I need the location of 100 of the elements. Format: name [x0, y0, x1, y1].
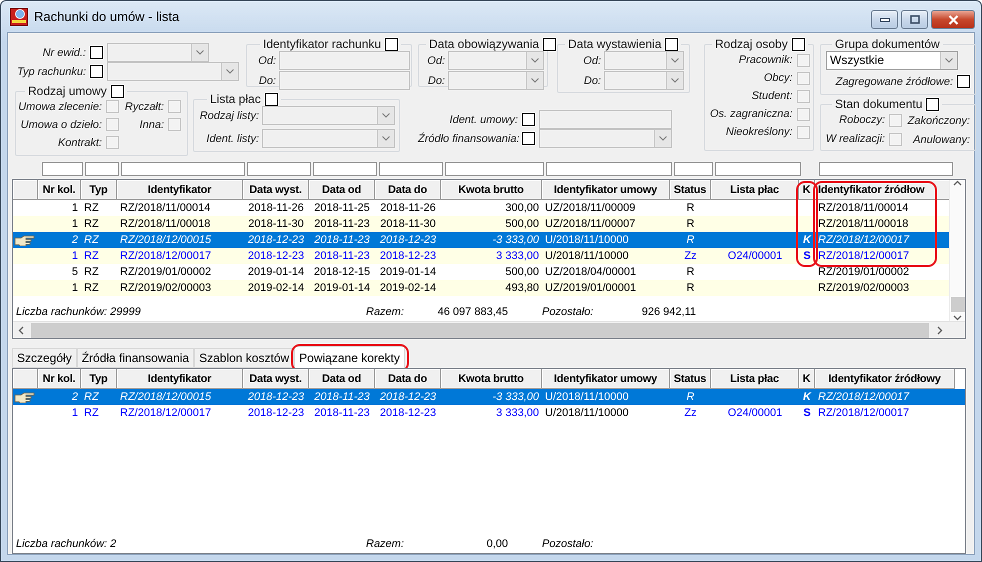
column-filter-field[interactable]: [379, 162, 443, 176]
table-cell-text: RZ/2018/12/00015: [119, 390, 212, 405]
column-header: [13, 369, 38, 389]
field-label: Ryczałt:: [124, 100, 164, 112]
maximize-button[interactable]: [901, 10, 928, 29]
table-cell-text: RZ/2018/11/00014: [119, 201, 212, 216]
field-label: Kontrakt:: [58, 136, 102, 148]
table-cell-text: U/2018/11/10000: [544, 249, 630, 264]
table-row[interactable]: 1 RZ RZ/2019/02/00003 2019-02-14 2019-01-14 2019-02-14 493,80 UZ/2019/01/00001 R RZ/2019/02/00003: [13, 280, 949, 296]
column-header[interactable]: Status: [670, 180, 711, 200]
column-header[interactable]: Kwota brutto: [441, 180, 542, 200]
table-cell-text: RZ: [83, 201, 100, 216]
column-header[interactable]: Data do: [375, 369, 441, 389]
column-header[interactable]: Data od: [309, 180, 375, 200]
chevron-down-icon: [531, 58, 539, 63]
table-row[interactable]: 2 RZ RZ/2018/12/00015 2018-12-23 2018-11-23 2018-12-23 -3 333,00 U/2018/11/10000 R K RZ/2018/12/00017: [13, 389, 965, 405]
table-cell-text: 2018-12-23: [246, 249, 306, 264]
checkbox[interactable]: [264, 92, 278, 106]
table-cell-text: 2018-11-23: [313, 406, 371, 421]
table-cell-text: 2018-11-30: [247, 217, 305, 232]
column-filter-field[interactable]: [819, 162, 953, 176]
field-label: Pracownik:: [738, 54, 793, 66]
table-cell-text: RZ: [83, 390, 100, 405]
column-header[interactable]: Identyfikator: [117, 369, 243, 389]
column-filter-field[interactable]: [85, 162, 119, 176]
maximize-icon: [910, 15, 920, 24]
checkbox[interactable]: [110, 84, 124, 98]
minimize-icon: [880, 18, 890, 22]
column-header[interactable]: Data wyst.: [243, 369, 309, 389]
window-title: Rachunki do umów - lista: [34, 9, 180, 24]
column-filter-field[interactable]: [715, 162, 801, 176]
checkbox[interactable]: [543, 38, 556, 50]
column-header[interactable]: Identyfikator umowy: [542, 180, 670, 200]
column-header[interactable]: Identyfikator: [117, 180, 243, 200]
table-row[interactable]: 1 RZ RZ/2018/11/00018 2018-11-30 2018-11-23 2018-11-30 500,00 UZ/2018/11/00007 R RZ/2018/11/00018: [13, 216, 949, 232]
column-header[interactable]: Data wyst.: [243, 180, 309, 200]
column-header[interactable]: Data od: [309, 369, 375, 389]
column-filter-field[interactable]: [121, 162, 245, 176]
table-cell-text: RZ/2019/02/00003: [119, 281, 212, 296]
table-cell-text: 5: [70, 265, 79, 280]
table-row[interactable]: 2 RZ RZ/2018/12/00015 2018-12-23 2018-11-23 2018-12-23 -3 333,00 U/2018/11/10000 R K RZ/2018/12/00017: [13, 232, 949, 248]
table-cell-text: 2019-02-14: [378, 281, 438, 296]
tab[interactable]: Szczegóły: [12, 348, 77, 368]
table-cell-text: R: [686, 233, 696, 248]
table-cell-text: RZ: [83, 233, 100, 248]
tab[interactable]: Szablon kosztów: [194, 348, 294, 368]
checkbox[interactable]: [385, 38, 398, 50]
table-cell-text: O24/00001: [726, 406, 784, 421]
column-header[interactable]: Kwota brutto: [441, 369, 542, 389]
column-header[interactable]: Identyfikator umowy: [542, 369, 670, 389]
scroll-thumb[interactable]: [950, 297, 964, 312]
checkbox[interactable]: [665, 38, 678, 50]
close-icon: [948, 14, 958, 24]
vertical-scrollbar[interactable]: [949, 180, 965, 321]
field-label: Do:: [426, 74, 445, 86]
scroll-thumb[interactable]: [31, 322, 929, 338]
close-button[interactable]: [931, 10, 975, 29]
column-header[interactable]: Lista płac: [711, 369, 799, 389]
table-cell-text: -3 333,00: [492, 390, 540, 405]
checkbox[interactable]: [957, 75, 970, 88]
column-header[interactable]: Nr kol.: [38, 369, 81, 389]
table-cell-text: 3 333,00: [495, 249, 540, 264]
column-filter-field[interactable]: [42, 162, 83, 176]
table-row[interactable]: 1 RZ RZ/2018/12/00017 2018-12-23 2018-11-23 2018-12-23 3 333,00 U/2018/11/10000 Zz O24/00001 S RZ/2018/12/00017: [13, 248, 949, 264]
checkbox[interactable]: [926, 98, 940, 110]
column-filter-field[interactable]: [313, 162, 377, 176]
field-label: Od:: [257, 54, 276, 66]
column-header[interactable]: Nr kol.: [38, 180, 81, 200]
table-cell-text: R: [686, 281, 696, 296]
column-header[interactable]: Status: [670, 369, 711, 389]
field-label: Nieokreślony:: [726, 126, 793, 138]
table-cell-text: U/2018/11/10000: [544, 390, 630, 405]
table-cell-text: 2018-12-23: [378, 406, 438, 421]
table-cell-text: R: [686, 217, 696, 232]
minimize-button[interactable]: [871, 10, 898, 29]
column-filter-field[interactable]: [445, 162, 544, 176]
horizontal-scrollbar[interactable]: [13, 321, 965, 338]
column-filter-field[interactable]: [247, 162, 311, 176]
field-label: Od:: [582, 54, 601, 66]
column-header[interactable]: K: [799, 369, 815, 389]
table-cell-text: 1: [70, 281, 79, 296]
table-cell-text: 2018-12-23: [246, 406, 306, 421]
column-filter-field[interactable]: [546, 162, 672, 176]
column-header[interactable]: Identyfikator źródłowy: [815, 369, 955, 389]
table-cell-text: 2018-12-23: [246, 390, 306, 405]
tab[interactable]: Powiązane korekty: [294, 346, 405, 368]
tab[interactable]: Źródła finansowania: [76, 348, 194, 368]
table-cell-text: 1: [70, 249, 79, 264]
column-header[interactable]: Data do: [375, 180, 441, 200]
dropdown[interactable]: Wszystkie: [826, 51, 958, 70]
total-value: 46 097 883,45: [436, 306, 508, 318]
table-cell-text: RZ: [83, 281, 100, 296]
column-filter-field[interactable]: [674, 162, 713, 176]
column-header[interactable]: Typ: [81, 369, 117, 389]
column-header[interactable]: Lista płac: [711, 180, 799, 200]
column-header[interactable]: Typ: [81, 180, 117, 200]
total-label: Razem:: [366, 538, 405, 550]
checkbox[interactable]: [792, 38, 805, 50]
group-title: Rodzaj umowy: [28, 84, 107, 98]
table-cell-text: 2019-01-14: [312, 281, 372, 296]
